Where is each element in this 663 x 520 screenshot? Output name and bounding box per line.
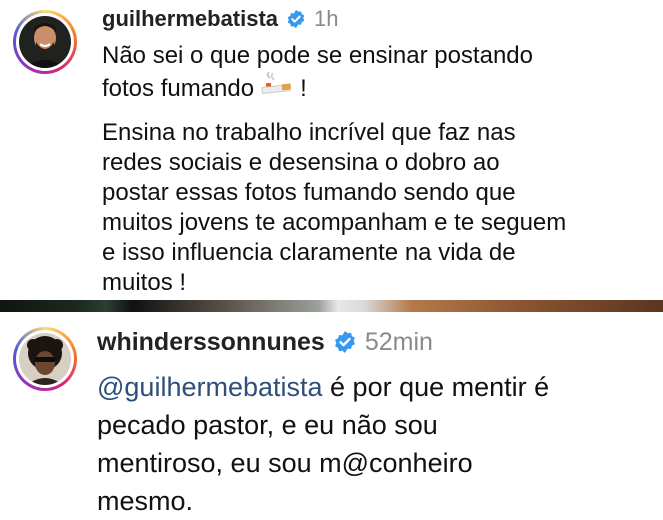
comment-line: redes sociais e desensina o dobro ao — [102, 149, 500, 176]
comment-header: whinderssonnunes 52min — [97, 326, 433, 358]
story-ring — [16, 330, 74, 388]
username-link[interactable]: guilhermebatista — [102, 6, 278, 32]
comment-header: guilhermebatista 1h — [102, 4, 339, 34]
comment-line: postar essas fotos fumando sendo que — [102, 179, 516, 206]
screenshot-seam — [0, 300, 663, 312]
comment-line: e isso influencia claramente na vida de — [102, 239, 516, 266]
smoking-emoji-icon — [260, 71, 294, 107]
comment-line-text: é por que mentir é — [322, 372, 550, 402]
profile-photo — [19, 16, 71, 68]
comment-line: pecado pastor, e eu não sou — [97, 410, 438, 440]
profile-photo — [19, 333, 71, 385]
verified-badge-icon — [333, 330, 357, 354]
comment-line: Ensina no trabalho incrível que faz nas — [102, 119, 516, 146]
comment-line: muitos ! — [102, 269, 187, 296]
timestamp: 1h — [314, 6, 339, 31]
story-ring — [16, 13, 74, 71]
comment-reply-text: @guilhermebatista é por que mentir é pec… — [97, 368, 549, 520]
comment-line: muitos jovens te acompanham e te seguem — [102, 209, 567, 236]
comment-paragraph-1: Não sei o que pode se ensinar postando f… — [102, 40, 533, 107]
comment-line-text: ! — [300, 74, 307, 102]
verified-badge-icon — [286, 9, 306, 29]
username-link[interactable]: whinderssonnunes — [97, 328, 325, 357]
comment-line-text: fotos fumando — [102, 74, 255, 102]
comment-line: Não sei o que pode se ensinar postando — [102, 42, 533, 69]
avatar-guilhermebatista[interactable] — [13, 10, 77, 74]
comment-line: fotos fumando ! — [102, 71, 533, 107]
mention-link[interactable]: @guilhermebatista — [97, 372, 323, 402]
timestamp: 52min — [364, 327, 433, 356]
comment-line: mentiroso, eu sou m@conheiro — [97, 448, 473, 478]
avatar-whinderssonnunes[interactable] — [13, 327, 77, 391]
comment-line: @guilhermebatista é por que mentir é — [97, 368, 549, 406]
comment-line: mesmo. — [97, 486, 194, 516]
comment-paragraph-2: Ensina no trabalho incrível que faz nas … — [102, 118, 566, 298]
comment-guilhermebatista: guilhermebatista 1h Não sei o que pode s… — [0, 0, 663, 300]
